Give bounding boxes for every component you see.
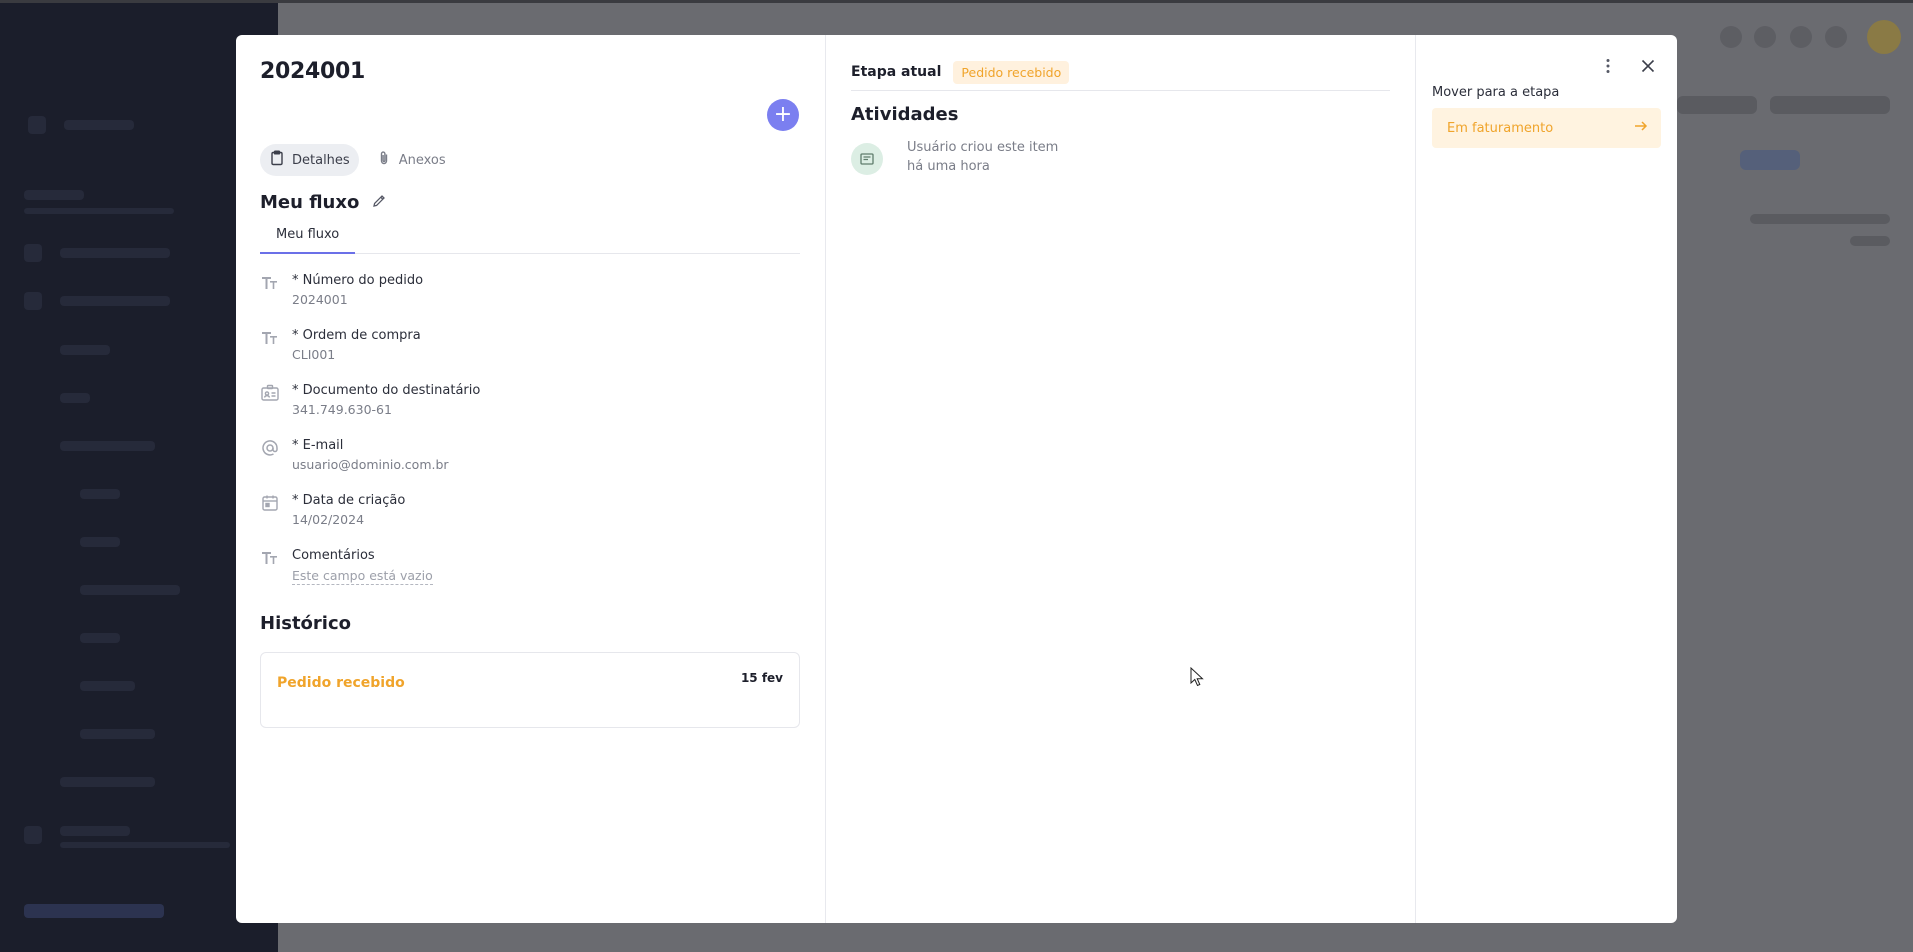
id-card-icon — [260, 383, 280, 403]
item-title: 2024001 — [260, 59, 366, 84]
close-icon[interactable] — [1639, 57, 1657, 79]
background-nav-bar — [80, 489, 120, 499]
history-title: Histórico — [260, 613, 352, 634]
text-type-icon — [260, 328, 280, 348]
mouse-cursor-icon — [1190, 667, 1204, 687]
background-nav-bar — [80, 681, 135, 691]
field-value: 2024001 — [292, 292, 348, 307]
arrow-right-icon — [1633, 118, 1649, 138]
move-stage-button[interactable]: Em faturamento — [1432, 108, 1661, 148]
background-nav-bar — [60, 345, 110, 355]
activity-text: Usuário criou este item — [907, 140, 1059, 155]
field-value: CLI001 — [292, 347, 336, 362]
modal-actions — [1599, 57, 1657, 79]
pencil-icon[interactable] — [371, 193, 387, 213]
field-label: Comentários — [292, 548, 375, 563]
activity-column: Etapa atual Pedido recebido Atividades U… — [826, 35, 1416, 923]
current-stage: Etapa atual Pedido recebido — [851, 60, 1390, 84]
background-nav-bar — [60, 248, 170, 258]
field-label: * Ordem de compra — [292, 328, 421, 343]
field-purchase-order[interactable]: * Ordem de compra CLI001 — [260, 319, 800, 374]
field-label: * E-mail — [292, 438, 344, 453]
background-nav-bar — [60, 826, 130, 836]
background-nav-bar — [60, 777, 155, 787]
background-nav-bar — [64, 120, 134, 130]
background-pill — [1770, 96, 1890, 114]
field-order-number[interactable]: * Número do pedido 2024001 — [260, 264, 800, 319]
fields-list: * Número do pedido 2024001 * Ordem de co… — [260, 264, 800, 594]
background-top-icon — [1790, 26, 1812, 48]
background-pill — [1850, 236, 1890, 246]
flow-tabs: Meu fluxo — [260, 223, 800, 254]
move-stage-target: Em faturamento — [1447, 120, 1554, 136]
tab-flow[interactable]: Meu fluxo — [260, 223, 356, 254]
background-pill — [1740, 150, 1800, 170]
field-comments[interactable]: Comentários Este campo está vazio — [260, 539, 800, 594]
background-nav-bar — [60, 842, 230, 848]
current-stage-label: Etapa atual — [851, 64, 942, 80]
details-column: 2024001 + Detalhes Anexos Meu fluxo Meu … — [236, 35, 826, 923]
field-recipient-document[interactable]: * Documento do destinatário 341.749.630-… — [260, 374, 800, 429]
background-pill — [1750, 214, 1890, 224]
detail-tabs: Detalhes Anexos — [260, 144, 800, 176]
history-card[interactable]: Pedido recebido 15 fev — [260, 652, 800, 728]
background-avatar — [1867, 20, 1901, 54]
background-nav-bar — [60, 296, 170, 306]
activities-title: Atividades — [851, 104, 959, 125]
text-type-icon — [260, 548, 280, 568]
clipboard-icon — [269, 150, 285, 170]
field-label: * Data de criação — [292, 493, 406, 508]
flow-header: Meu fluxo — [260, 192, 800, 213]
background-nav-icon — [24, 244, 42, 262]
background-nav-bar — [80, 729, 155, 739]
background-nav-bar — [80, 585, 180, 595]
background-nav-bar — [24, 208, 174, 214]
item-detail-modal: 2024001 + Detalhes Anexos Meu fluxo Meu … — [236, 35, 1677, 923]
text-type-icon — [260, 273, 280, 293]
more-vertical-icon[interactable] — [1599, 57, 1617, 79]
move-to-stage-label: Mover para a etapa — [1432, 85, 1560, 100]
field-creation-date[interactable]: * Data de criação 14/02/2024 — [260, 484, 800, 539]
paperclip-icon — [376, 150, 392, 170]
status-badge: Pedido recebido — [953, 60, 1070, 84]
background-top-icon — [1825, 26, 1847, 48]
background-pill — [1677, 96, 1757, 114]
field-value-empty[interactable]: Este campo está vazio — [292, 568, 433, 585]
background-top-icon — [1754, 26, 1776, 48]
tab-attachments-label: Anexos — [398, 152, 446, 168]
add-button[interactable]: + — [767, 99, 799, 131]
background-nav-icon — [28, 116, 46, 134]
background-nav-bar — [24, 190, 84, 200]
history-stage-name: Pedido recebido — [277, 675, 405, 691]
background-nav-bar — [60, 441, 155, 451]
field-email[interactable]: * E-mail usuario@dominio.com.br — [260, 429, 800, 484]
field-value: 341.749.630-61 — [292, 402, 392, 417]
tab-details[interactable]: Detalhes — [260, 144, 359, 176]
history-date: 15 fev — [740, 671, 783, 685]
stage-column: Mover para a etapa Em faturamento — [1416, 35, 1677, 923]
background-nav-icon — [24, 826, 42, 844]
activity-time: há uma hora — [907, 159, 990, 174]
field-label: * Documento do destinatário — [292, 383, 481, 398]
field-value: 14/02/2024 — [292, 512, 365, 527]
field-label: * Número do pedido — [292, 273, 424, 288]
background-nav-bar — [24, 904, 164, 918]
flow-title: Meu fluxo — [260, 192, 360, 213]
calendar-icon — [260, 493, 280, 513]
background-topline — [0, 0, 1913, 3]
activity-item: Usuário criou este item há uma hora — [851, 138, 1390, 176]
at-sign-icon — [260, 438, 280, 458]
message-icon — [851, 143, 883, 175]
tab-attachments[interactable]: Anexos — [367, 144, 455, 176]
divider — [851, 90, 1390, 91]
field-value: usuario@dominio.com.br — [292, 457, 449, 472]
background-nav-bar — [80, 633, 120, 643]
tab-details-label: Detalhes — [292, 152, 350, 168]
background-nav-bar — [80, 537, 120, 547]
background-nav-bar — [60, 393, 90, 403]
background-top-icon — [1720, 26, 1742, 48]
background-nav-icon — [24, 292, 42, 310]
